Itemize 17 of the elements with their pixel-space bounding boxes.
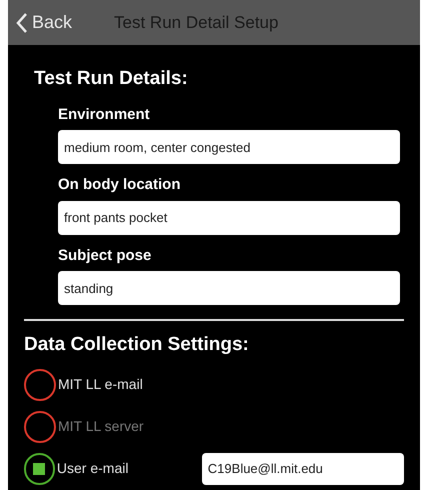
radio-button[interactable] [24,452,55,484]
option-label: User e-mail [56,459,130,478]
section-heading: Test Run Details: [34,67,189,91]
option-label: MIT LL server [58,417,145,436]
section-heading: Data Collection Settings: [24,333,250,357]
radio-button[interactable] [24,368,56,400]
field-label: Subject pose [58,246,152,266]
chevron-left-icon [16,12,28,34]
text-field[interactable]: standing [58,271,400,305]
email-field[interactable]: C19Blue@ll.mit.edu [202,452,404,484]
option-label: MIT LL e-mail [58,375,144,394]
field-label: Environment [58,104,151,124]
back-button[interactable]: Back [16,9,72,36]
text-field[interactable]: front pants pocket [58,200,400,234]
text-field[interactable]: medium room, center congested [58,130,400,164]
field-label: On body location [58,175,182,195]
screen-title: Test Run Detail Setup [114,12,278,34]
